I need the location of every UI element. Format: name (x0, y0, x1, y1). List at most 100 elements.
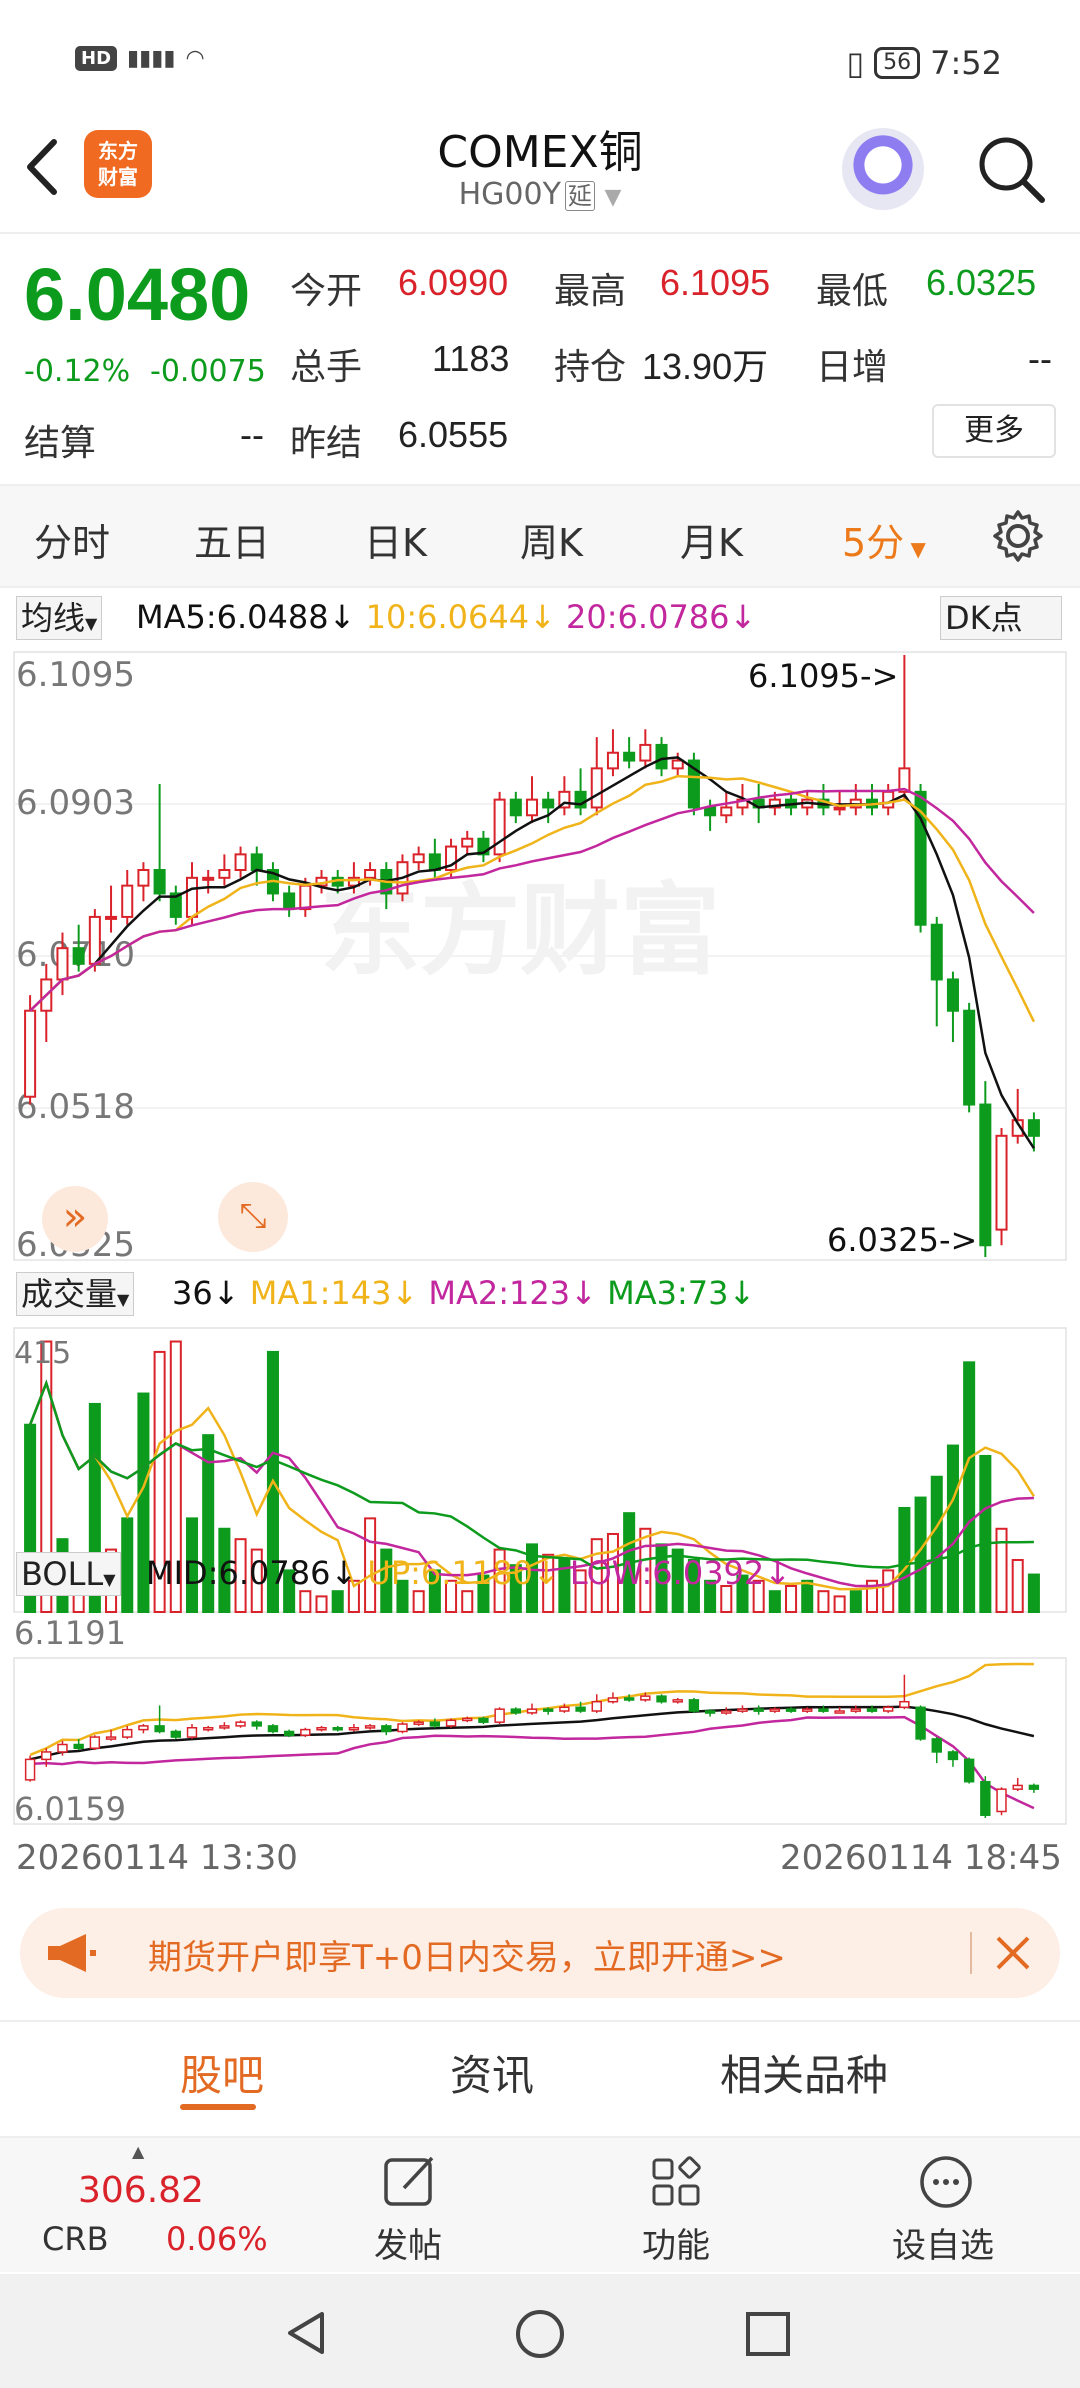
crb-label: CRB (42, 2220, 109, 2258)
candle-body (882, 790, 895, 809)
candle-body (606, 751, 619, 770)
boll-candle-body (623, 1697, 635, 1701)
candle-body (930, 923, 943, 981)
boll-candle-body (640, 1695, 651, 1701)
functions-icon[interactable] (648, 2152, 708, 2212)
candle-body (493, 798, 506, 856)
boll-candle-body (478, 1717, 489, 1723)
tab-weekly-k[interactable]: 周K (520, 512, 583, 567)
tab-intraday[interactable]: 分时 (34, 512, 110, 567)
boll-candle-body (785, 1708, 797, 1712)
candle-body (542, 798, 555, 809)
tab-monthly-k[interactable]: 月K (680, 512, 743, 567)
boll-selector[interactable]: BOLL▼ (16, 1552, 121, 1596)
candle-body (299, 884, 312, 911)
edit-post-icon[interactable] (380, 2152, 440, 2212)
volume-selector[interactable]: 成交量▼ (16, 1272, 135, 1316)
boll-candle-body (170, 1730, 182, 1738)
volume-bar (801, 1579, 814, 1613)
post-label[interactable]: 发帖 (374, 2218, 442, 2267)
volume-axis-max: 415 (14, 1336, 72, 1371)
volume-bar (315, 1595, 328, 1614)
gear-icon[interactable] (990, 508, 1046, 564)
boll-candle-body (834, 1710, 845, 1714)
volume-bar (946, 1444, 959, 1613)
volume-arrow: ↓ (212, 1274, 240, 1312)
nav-back-icon[interactable] (282, 2308, 332, 2358)
volume-ma1: MA1:143 (249, 1274, 392, 1312)
volume-bar (461, 1590, 474, 1614)
boll-candle-body (316, 1727, 327, 1731)
prev-settle-label: 昨结 (290, 423, 363, 464)
boll-candle-body (381, 1725, 392, 1733)
boll-candle-body (802, 1708, 813, 1712)
candle-body (995, 1134, 1008, 1231)
close-icon[interactable] (988, 1928, 1038, 1978)
boll-candle-body (364, 1725, 376, 1729)
more-button[interactable]: 更多 (932, 404, 1056, 458)
boll-candle-body (24, 1758, 36, 1781)
system-navbar (0, 2274, 1080, 2388)
kline-chart[interactable]: 东方财富 6.10956.09036.07106.05186.0325 6.10… (0, 590, 1080, 1860)
active-tab-indicator (180, 2104, 256, 2110)
volume-bar (930, 1475, 943, 1613)
tab-five-day[interactable]: 五日 (194, 512, 270, 567)
tab-related[interactable]: 相关品种 (720, 2042, 888, 2103)
bottom-toolbar: ▲ 306.82 CRB 0.06% 发帖 功能 设自选 (0, 2136, 1080, 2272)
volume-bar (121, 1517, 134, 1613)
tab-daily-k[interactable]: 日K (364, 512, 427, 567)
volume-ma2: MA2:123 (428, 1274, 571, 1312)
volume-bar (1011, 1558, 1024, 1614)
open-label: 今开 (290, 271, 363, 312)
candle-body (56, 947, 69, 981)
boll-candle-body (429, 1721, 441, 1727)
status-time: 7:52 (930, 44, 1002, 82)
candle-body (623, 751, 636, 762)
promo-banner[interactable]: 期货开户即享T+0日内交易，立即开通>> (20, 1908, 1060, 1998)
boll-candle-body (704, 1710, 716, 1714)
candle-body (590, 767, 603, 809)
chevron-down-icon: ▼ (604, 185, 622, 210)
volume-ma2-arrow: ↓ (570, 1274, 597, 1312)
crb-value[interactable]: 306.82 (78, 2170, 204, 2211)
content-tabs: 股吧 资讯 相关品种 (0, 2020, 1080, 2120)
change-percent: -0.12% (24, 354, 131, 389)
tab-5min[interactable]: 5分 ▼ (842, 512, 926, 567)
boll-axis-bottom: 6.0159 (14, 1790, 126, 1828)
more-options-icon[interactable] (916, 2152, 976, 2212)
caret-down-icon: ▼ (103, 1570, 116, 1589)
candle-body (509, 798, 522, 817)
boll-candle-body (737, 1708, 748, 1712)
volume-selector-label: 成交量 (21, 1275, 118, 1313)
boll-candle-body (688, 1699, 700, 1712)
boll-candle-body (575, 1706, 586, 1712)
volume-bar (833, 1595, 846, 1614)
boll-candle-body (1012, 1784, 1023, 1790)
nav-recents-icon[interactable] (744, 2310, 792, 2358)
candle-body (525, 798, 539, 817)
settle-label: 结算 (24, 423, 97, 464)
functions-label[interactable]: 功能 (642, 2218, 710, 2267)
tab-forum[interactable]: 股吧 (180, 2042, 264, 2103)
boll-candle-body (769, 1708, 781, 1712)
prev-settle-value: 6.0555 (398, 414, 509, 455)
candle-body (202, 876, 215, 881)
fullscreen-icon[interactable]: ⤡ (218, 1182, 288, 1252)
add-watchlist-label[interactable]: 设自选 (892, 2218, 994, 2267)
status-bar: HD ▮▮▮▮ ◠ ▯ 56 7:52 (0, 0, 1080, 120)
volume-bar (849, 1590, 862, 1614)
assistant-robot-avatar[interactable] (842, 128, 924, 210)
boll-candle-body (526, 1708, 538, 1714)
candle-body (963, 1009, 976, 1106)
low-label: 最低 (816, 271, 889, 312)
candle-body (639, 743, 652, 762)
expand-indicators-icon[interactable]: » (42, 1186, 108, 1252)
search-icon[interactable] (972, 130, 1052, 210)
boll-candle-body (510, 1708, 522, 1714)
boll-selector-label: BOLL (21, 1555, 104, 1593)
boll-low: LOW:6.0392 (569, 1554, 765, 1592)
tab-news[interactable]: 资讯 (450, 2042, 534, 2103)
boll-candle-body (494, 1708, 505, 1723)
candle-body (72, 947, 85, 965)
nav-home-icon[interactable] (514, 2308, 566, 2360)
